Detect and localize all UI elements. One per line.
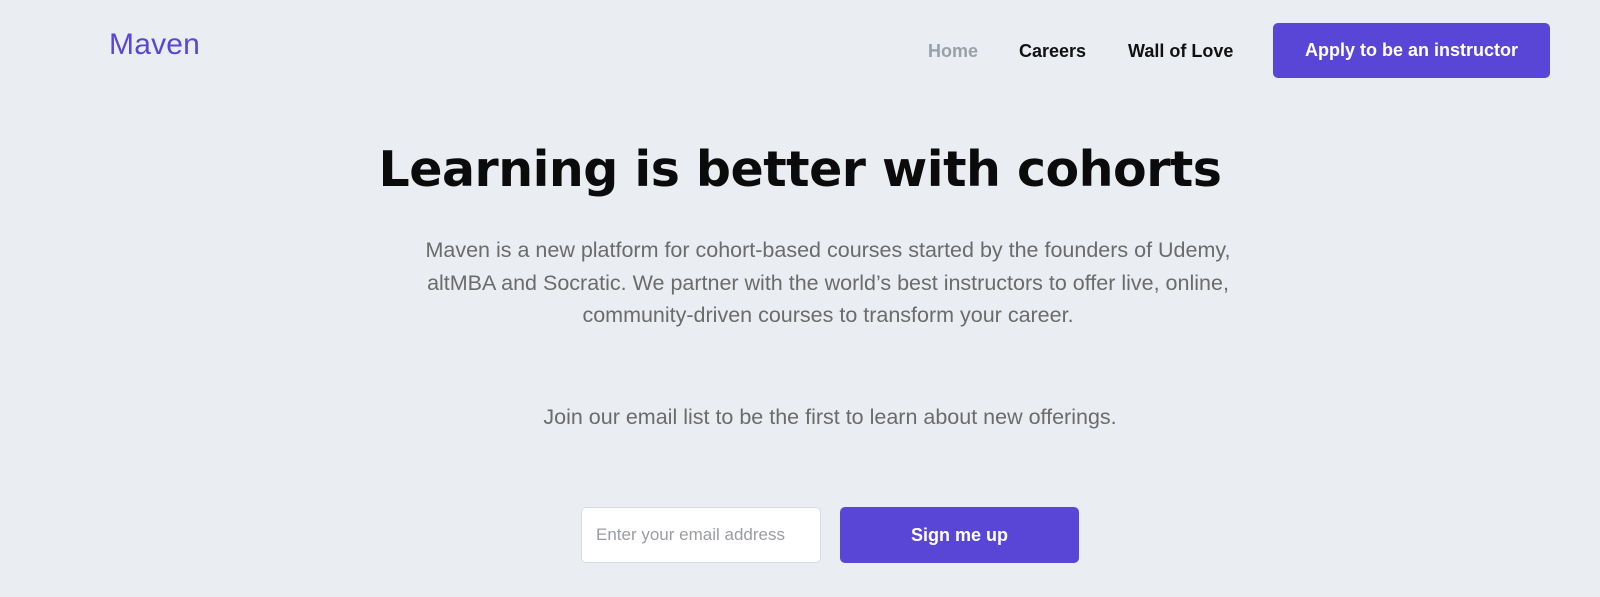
- hero-title: Learning is better with cohorts: [378, 141, 1222, 198]
- sign-me-up-button[interactable]: Sign me up: [840, 507, 1079, 563]
- site-header: Maven Home Careers Wall of Love Apply to…: [0, 0, 1600, 100]
- nav-careers-link[interactable]: Careers: [1019, 40, 1086, 62]
- nav-home-link[interactable]: Home: [928, 40, 978, 62]
- email-input[interactable]: [581, 507, 821, 563]
- nav-wall-of-love-link[interactable]: Wall of Love: [1128, 40, 1233, 62]
- apply-instructor-button[interactable]: Apply to be an instructor: [1273, 23, 1550, 78]
- email-list-prompt: Join our email list to be the first to l…: [543, 405, 1117, 429]
- hero-description: Maven is a new platform for cohort-based…: [425, 238, 1231, 327]
